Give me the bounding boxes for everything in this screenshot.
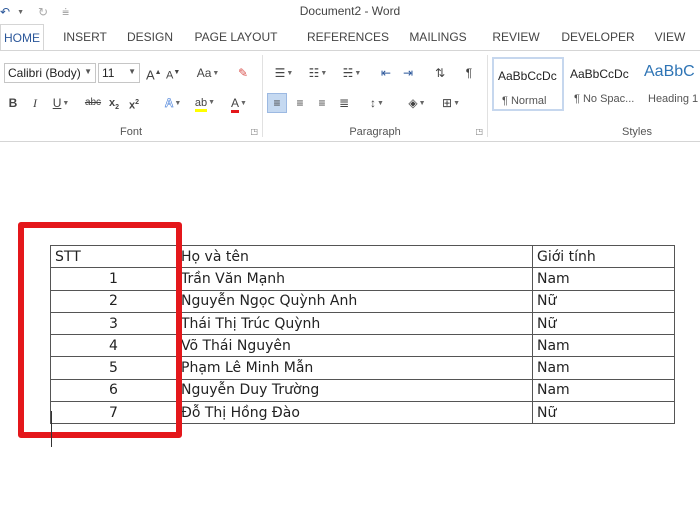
justify-icon[interactable]: ≣ (335, 93, 353, 113)
highlight-box (18, 222, 182, 438)
style-no-spacing[interactable]: AaBbCcDc ¶ No Spac... (566, 57, 638, 111)
tab-references[interactable]: REFERENCES (298, 24, 398, 50)
cell-name[interactable]: Đỗ Thị Hồng Đào (176, 401, 533, 425)
paragraph-group-label: Paragraph (349, 126, 401, 138)
styles-group-label: Styles (622, 126, 652, 138)
font-group: Calibri (Body) ▼ 11 ▼ A▲ A▼ Aa▼ ✎ B I U▼… (0, 51, 262, 141)
decrease-indent-icon[interactable]: ⇤ (377, 63, 395, 83)
multilevel-list-button[interactable]: ☵▼ (337, 63, 367, 83)
tab-home[interactable]: HOME (0, 24, 44, 50)
cell-gender[interactable]: Nam (532, 356, 675, 380)
cell-name[interactable]: Võ Thái Nguyên (176, 334, 533, 358)
paragraph-group: ☰▼ ☷▼ ☵▼ ⇤ ⇥ ⇅ ¶ ≡ ≡ ≡ ≣ ↕▼ ◈▼ ⊞▼ Paragr… (263, 51, 487, 141)
borders-button[interactable]: ⊞▼ (437, 93, 465, 113)
font-size-value: 11 (102, 66, 115, 80)
clear-formatting-icon[interactable]: ✎ (234, 63, 252, 83)
style-name: ¶ Normal (502, 95, 547, 107)
ribbon: Calibri (Body) ▼ 11 ▼ A▲ A▼ Aa▼ ✎ B I U▼… (0, 50, 700, 142)
bullets-button[interactable]: ☰▼ (269, 63, 299, 83)
align-left-icon[interactable]: ≡ (267, 93, 287, 113)
header-gender[interactable]: Giới tính (532, 244, 675, 269)
shrink-font-button[interactable]: A▼ (166, 63, 180, 83)
shading-button[interactable]: ◈▼ (403, 93, 431, 113)
style-sample: AaBbC (644, 63, 695, 80)
highlight-button[interactable]: ab▼ (190, 93, 220, 113)
numbering-button[interactable]: ☷▼ (303, 63, 333, 83)
font-name-combo[interactable]: Calibri (Body) ▼ (4, 63, 96, 83)
chevron-down-icon[interactable]: ▼ (128, 67, 136, 76)
dialog-launcher-icon[interactable]: ◳ (475, 127, 483, 136)
style-normal[interactable]: AaBbCcDc ¶ Normal (492, 57, 564, 111)
grow-font-button[interactable]: A▲ (146, 63, 162, 83)
underline-button[interactable]: U▼ (50, 93, 72, 113)
cell-name[interactable]: Trần Văn Mạnh (176, 267, 533, 291)
italic-button[interactable]: I (28, 93, 42, 113)
style-name: ¶ No Spac... (574, 93, 635, 105)
tab-mailings[interactable]: MAILINGS (398, 24, 478, 50)
cell-gender[interactable]: Nam (532, 378, 675, 403)
title-bar: ↶ ▼ ↻ ⩧ Document2 - Word (0, 0, 700, 24)
line-spacing-button[interactable]: ↕▼ (363, 93, 391, 113)
tab-design[interactable]: DESIGN (126, 24, 174, 50)
tab-insert[interactable]: INSERT (44, 24, 126, 50)
cell-name[interactable]: Nguyễn Duy Trường (176, 378, 533, 403)
font-name-value: Calibri (Body) (8, 66, 81, 80)
text-effects-button[interactable]: A▼ (160, 93, 186, 113)
superscript-button[interactable]: x2 (126, 93, 142, 113)
cell-gender[interactable]: Nữ (532, 289, 675, 313)
cell-name[interactable]: Phạm Lê Minh Mẫn (176, 356, 533, 380)
font-group-label: Font (119, 126, 142, 138)
cell-name[interactable]: Thái Thị Trúc Quỳnh (176, 311, 533, 336)
style-name: Heading 1 (648, 93, 699, 105)
show-formatting-icon[interactable]: ¶ (461, 63, 477, 83)
font-size-combo[interactable]: 11 ▼ (98, 63, 140, 83)
header-name[interactable]: Họ và tên (176, 244, 533, 269)
text-cursor (51, 411, 52, 447)
window-title: Document2 - Word (299, 4, 401, 18)
ribbon-tabs: HOME INSERT DESIGN PAGE LAYOUT REFERENCE… (0, 24, 700, 50)
document-canvas[interactable]: STT Họ và tên Giới tính 1 Trần Văn Mạnh … (0, 143, 700, 509)
sort-icon[interactable]: ⇅ (431, 63, 449, 83)
chevron-down-icon[interactable]: ▼ (84, 67, 92, 76)
cell-name[interactable]: Nguyễn Ngọc Quỳnh Anh (176, 289, 533, 313)
strikethrough-button[interactable]: abc (82, 93, 104, 113)
dialog-launcher-icon[interactable]: ◳ (250, 127, 258, 136)
styles-group: AaBbCcDc ¶ Normal AaBbCcDc ¶ No Spac... … (488, 51, 700, 141)
tab-view[interactable]: VIEW (642, 24, 698, 50)
tab-page-layout[interactable]: PAGE LAYOUT (174, 24, 298, 50)
tab-developer[interactable]: DEVELOPER (554, 24, 642, 50)
style-sample: AaBbCcDc (570, 67, 629, 81)
subscript-button[interactable]: x2 (106, 93, 122, 113)
bold-button[interactable]: B (6, 93, 20, 113)
cell-gender[interactable]: Nam (532, 334, 675, 358)
cell-gender[interactable]: Nữ (532, 311, 675, 336)
style-sample: AaBbCcDc (498, 69, 557, 83)
font-color-button[interactable]: A▼ (224, 93, 254, 113)
cell-gender[interactable]: Nam (532, 267, 675, 291)
align-right-icon[interactable]: ≡ (313, 93, 331, 113)
tab-review[interactable]: REVIEW (478, 24, 554, 50)
style-heading-1[interactable]: AaBbC Heading 1 (640, 57, 700, 111)
align-center-icon[interactable]: ≡ (291, 93, 309, 113)
increase-indent-icon[interactable]: ⇥ (399, 63, 417, 83)
change-case-button[interactable]: Aa▼ (194, 63, 222, 83)
cell-gender[interactable]: Nữ (532, 401, 675, 425)
